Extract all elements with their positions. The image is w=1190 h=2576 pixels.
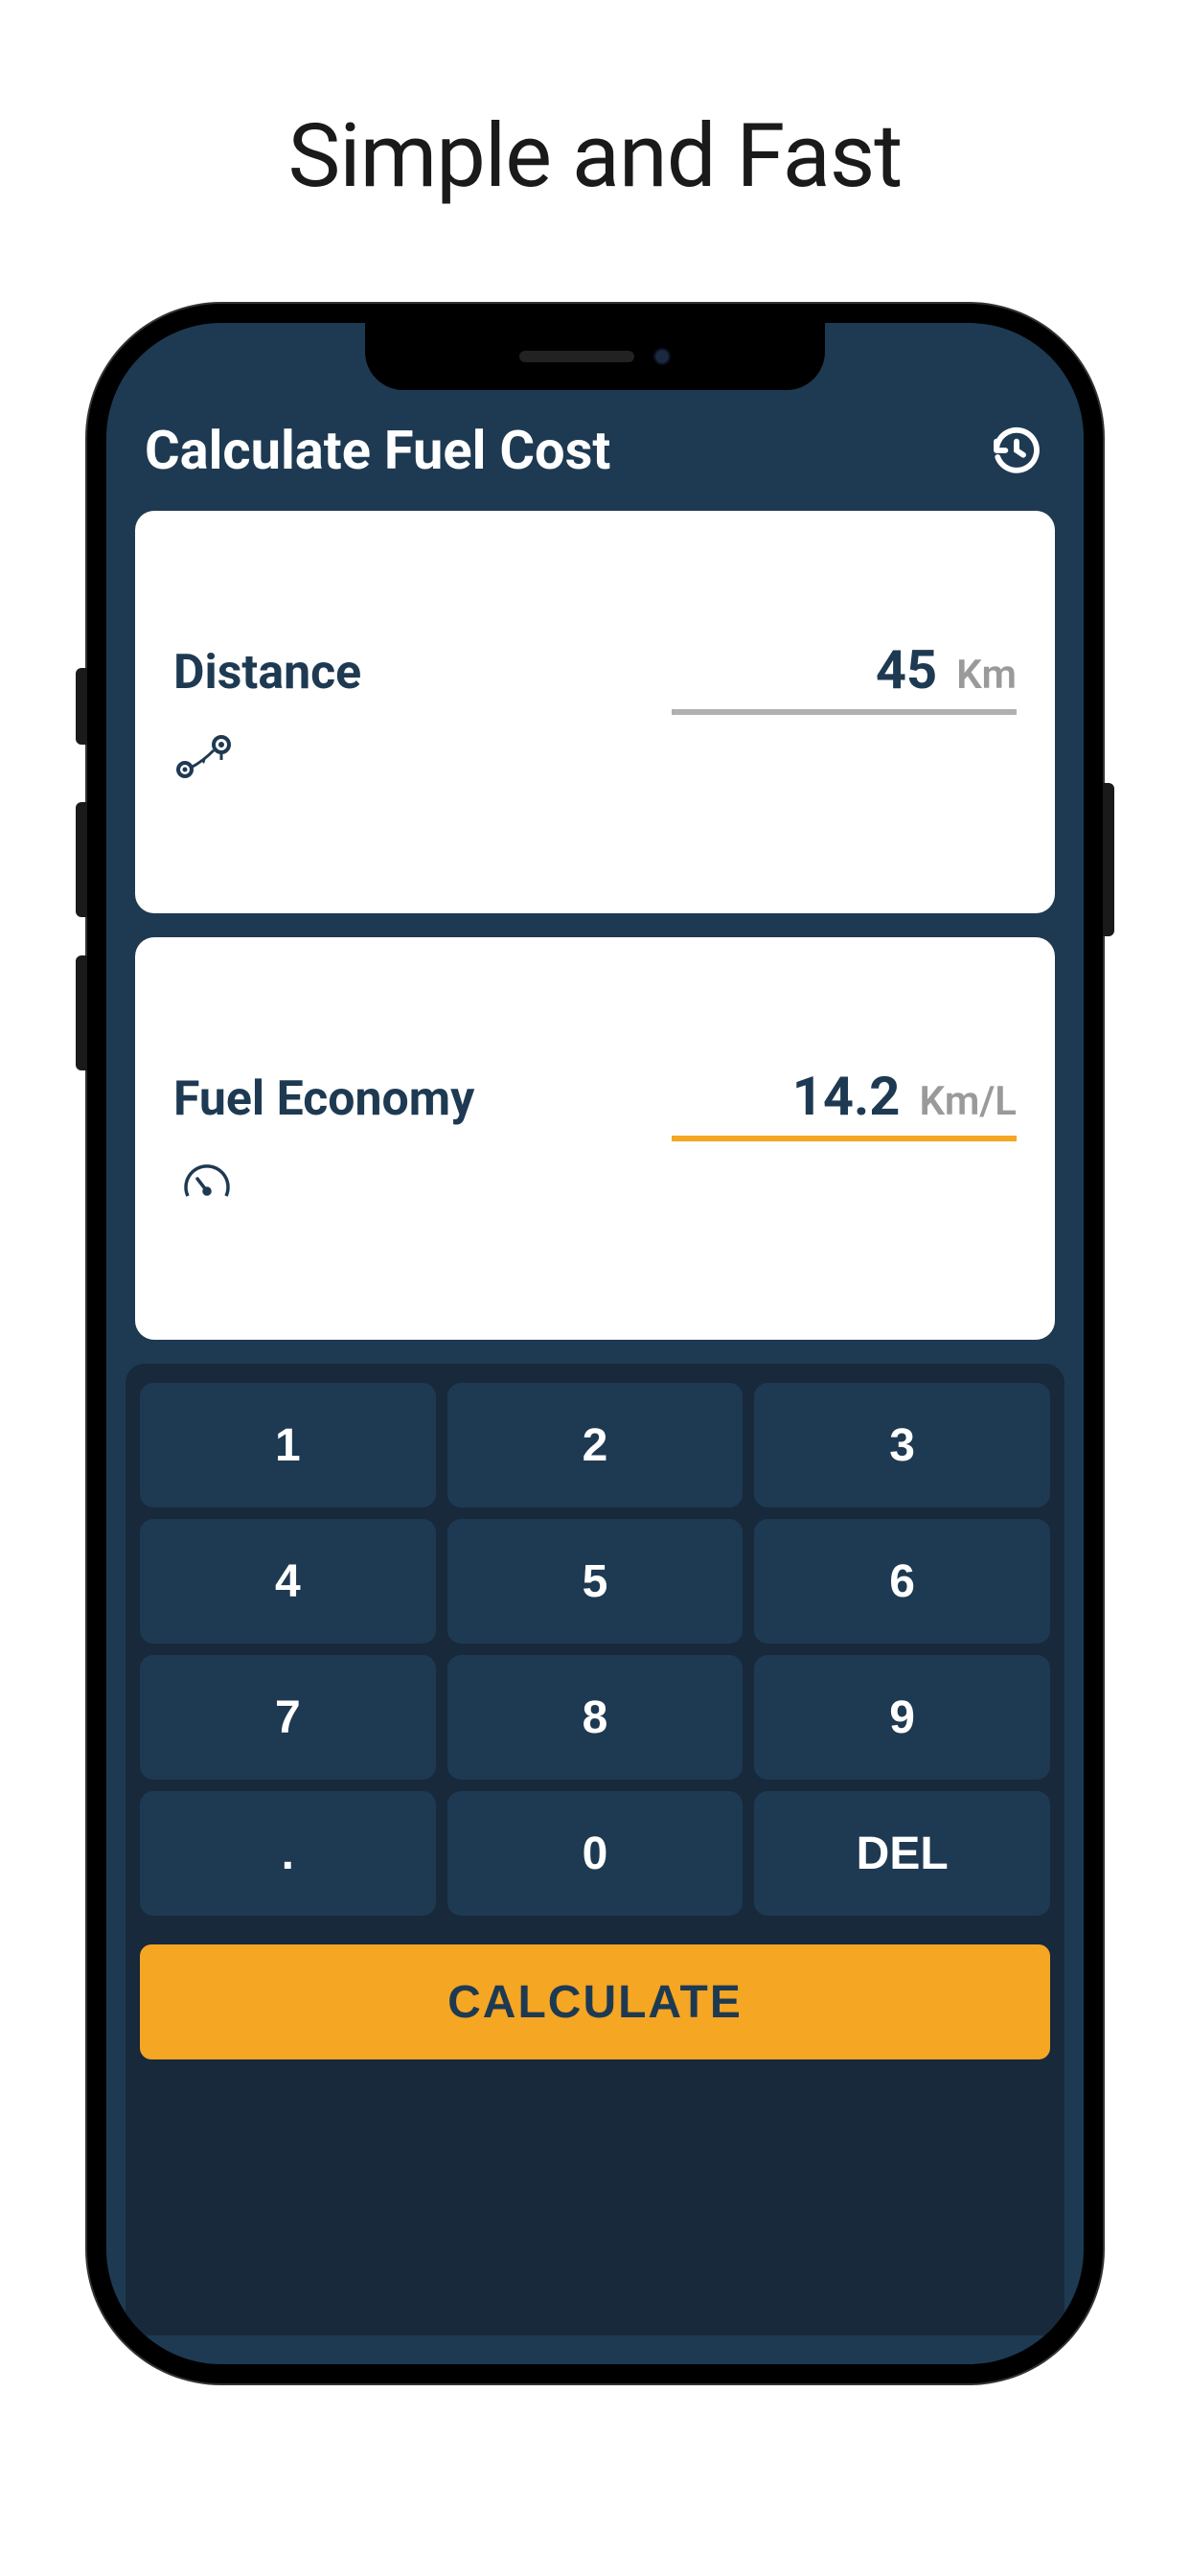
calculate-button[interactable]: CALCULATE bbox=[140, 1944, 1050, 2059]
key-8[interactable]: 8 bbox=[447, 1655, 744, 1780]
economy-value: 14.2 bbox=[792, 1065, 901, 1128]
distance-label: Distance bbox=[173, 645, 361, 701]
economy-label: Fuel Economy bbox=[173, 1071, 474, 1127]
key-3[interactable]: 3 bbox=[754, 1383, 1050, 1507]
keypad: 1 2 3 4 5 6 7 8 9 . 0 DEL bbox=[140, 1383, 1050, 1916]
key-5[interactable]: 5 bbox=[447, 1519, 744, 1644]
route-icon bbox=[173, 729, 1017, 787]
key-0[interactable]: 0 bbox=[447, 1791, 744, 1916]
gauge-icon bbox=[173, 1156, 1017, 1213]
key-delete[interactable]: DEL bbox=[754, 1791, 1050, 1916]
distance-input[interactable]: 45 Km bbox=[672, 638, 1017, 715]
app-header: Calculate Fuel Cost bbox=[135, 419, 1055, 511]
key-6[interactable]: 6 bbox=[754, 1519, 1050, 1644]
distance-value: 45 bbox=[876, 638, 937, 702]
economy-input[interactable]: 14.2 Km/L bbox=[672, 1065, 1017, 1141]
key-decimal[interactable]: . bbox=[140, 1791, 436, 1916]
economy-unit: Km/L bbox=[919, 1078, 1017, 1125]
distance-unit: Km bbox=[956, 652, 1017, 699]
key-1[interactable]: 1 bbox=[140, 1383, 436, 1507]
key-2[interactable]: 2 bbox=[447, 1383, 744, 1507]
phone-notch bbox=[365, 323, 825, 390]
app-title: Calculate Fuel Cost bbox=[145, 419, 610, 482]
distance-card[interactable]: Distance 45 Km bbox=[135, 511, 1055, 913]
phone-frame: Calculate Fuel Cost Distance 45 Km bbox=[87, 304, 1103, 2383]
phone-screen: Calculate Fuel Cost Distance 45 Km bbox=[106, 323, 1084, 2364]
history-icon[interactable] bbox=[988, 422, 1045, 479]
key-9[interactable]: 9 bbox=[754, 1655, 1050, 1780]
economy-card[interactable]: Fuel Economy 14.2 Km/L bbox=[135, 937, 1055, 1340]
key-7[interactable]: 7 bbox=[140, 1655, 436, 1780]
keypad-area: 1 2 3 4 5 6 7 8 9 . 0 DEL CALCULATE bbox=[126, 1364, 1064, 2335]
key-4[interactable]: 4 bbox=[140, 1519, 436, 1644]
marketing-headline: Simple and Fast bbox=[288, 105, 903, 208]
